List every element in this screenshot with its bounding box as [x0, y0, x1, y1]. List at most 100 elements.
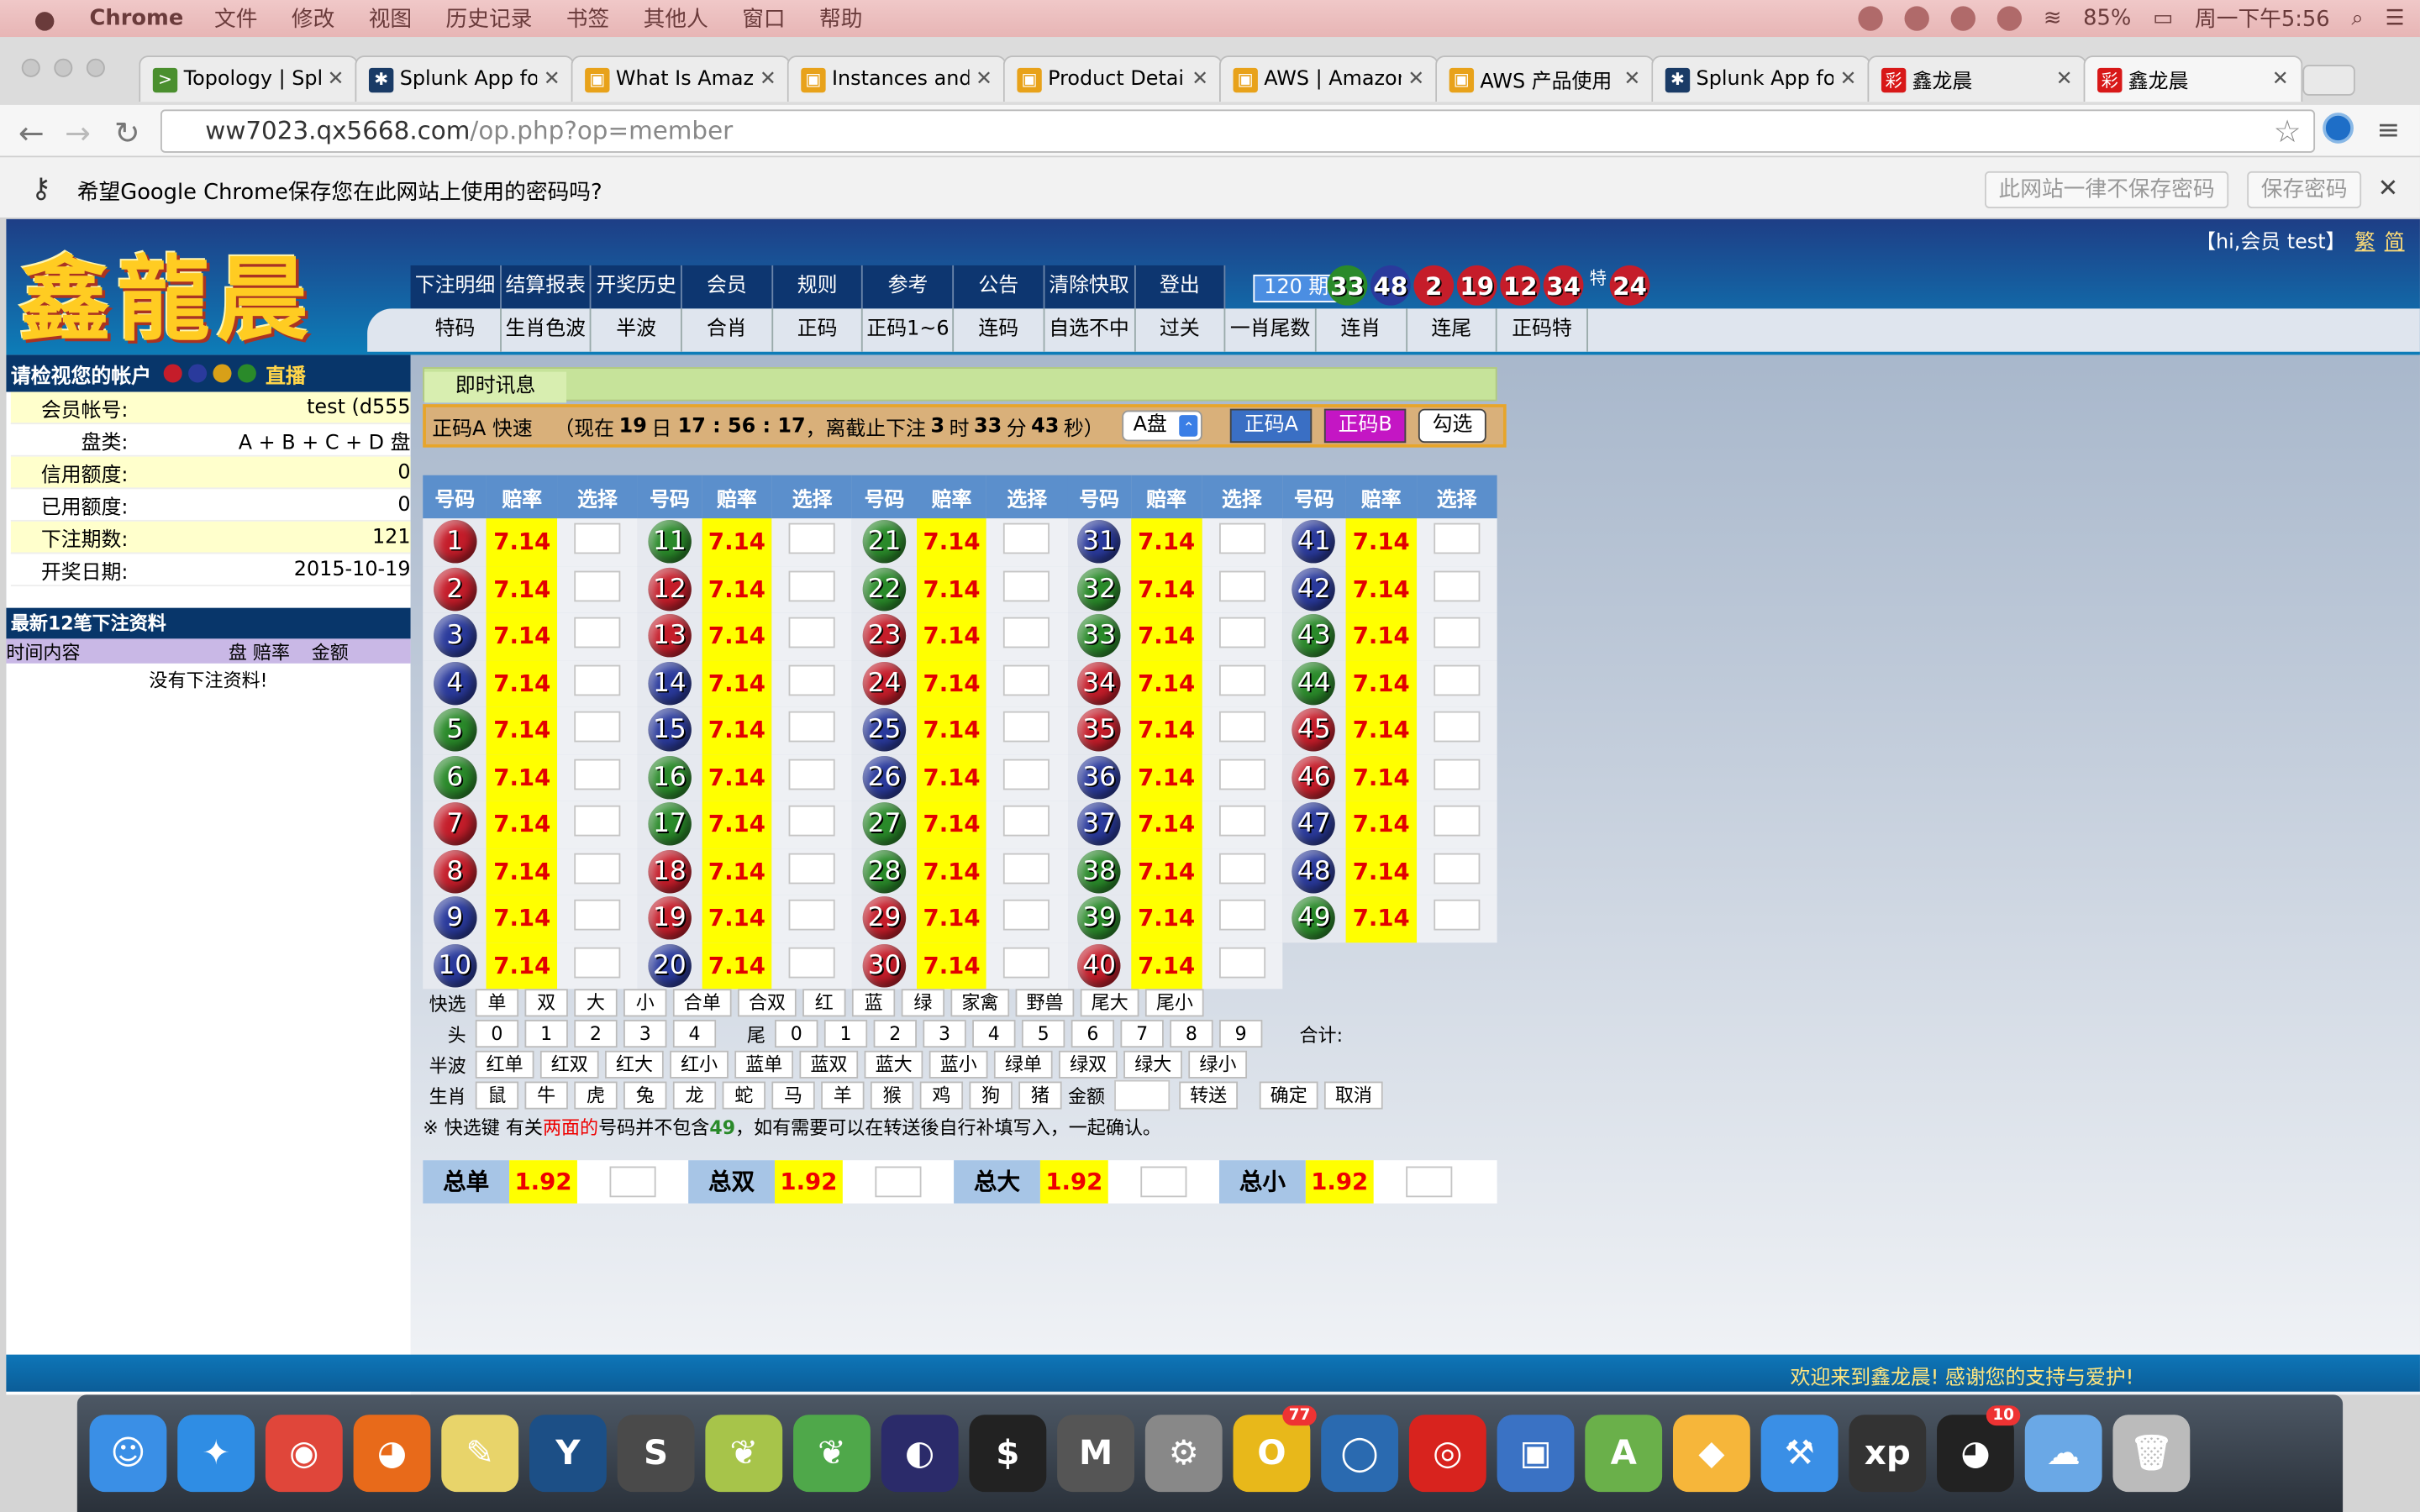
- number-ball[interactable]: 13: [648, 614, 692, 658]
- trash-icon[interactable]: 🗑: [2112, 1415, 2191, 1493]
- bet-amount-input[interactable]: [1218, 570, 1265, 601]
- subnav-item[interactable]: 正码特: [1497, 308, 1588, 352]
- markdown-icon[interactable]: M: [1057, 1415, 1134, 1493]
- netease-music-icon[interactable]: ◎: [1408, 1415, 1486, 1493]
- number-ball[interactable]: 41: [1292, 520, 1336, 564]
- zodiac-key[interactable]: 龙: [672, 1081, 717, 1110]
- half-wave-key[interactable]: 蓝双: [799, 1050, 859, 1079]
- app-leaf-icon[interactable]: ❦: [705, 1415, 783, 1493]
- stickies-icon[interactable]: ✎: [441, 1415, 519, 1493]
- subnav-item[interactable]: 连尾: [1407, 308, 1498, 352]
- finder-icon[interactable]: ☺: [89, 1415, 167, 1493]
- total-bet-input[interactable]: [609, 1166, 656, 1198]
- extension-icon[interactable]: [2323, 113, 2354, 144]
- forward-icon[interactable]: →: [65, 114, 91, 151]
- bet-amount-input[interactable]: [789, 900, 836, 931]
- subnav-item[interactable]: 一肖尾数: [1226, 308, 1317, 352]
- system-preferences-icon[interactable]: ⚙: [1144, 1415, 1223, 1493]
- zoom-window-button[interactable]: [86, 58, 105, 77]
- number-ball[interactable]: 1: [433, 520, 477, 564]
- chrome-menu-icon[interactable]: ≡: [2377, 114, 2401, 147]
- number-ball[interactable]: 19: [648, 896, 692, 941]
- subnav-item[interactable]: 生肖色波: [501, 308, 592, 352]
- number-ball[interactable]: 46: [1292, 755, 1336, 799]
- number-ball[interactable]: 29: [862, 896, 907, 941]
- half-wave-key[interactable]: 红单: [475, 1050, 534, 1079]
- bet-amount-input[interactable]: [1434, 853, 1481, 884]
- quick-select-key[interactable]: 单: [475, 989, 519, 1017]
- number-ball[interactable]: 4: [433, 661, 477, 705]
- minimize-window-button[interactable]: [54, 58, 73, 77]
- zodiac-key[interactable]: 猴: [870, 1081, 914, 1110]
- simplified-link[interactable]: 简: [2385, 232, 2405, 255]
- bet-amount-input[interactable]: [789, 617, 836, 648]
- clock[interactable]: 周一下午5:56: [2195, 3, 2330, 34]
- zodiac-key[interactable]: 鼠: [475, 1081, 519, 1110]
- number-ball[interactable]: 9: [433, 896, 477, 941]
- tab-close-icon[interactable]: ✕: [760, 68, 776, 92]
- tail-key[interactable]: 1: [823, 1020, 868, 1048]
- tab-close-icon[interactable]: ✕: [1407, 68, 1424, 92]
- bet-amount-input[interactable]: [574, 947, 621, 979]
- bet-amount-input[interactable]: [574, 617, 621, 648]
- number-ball[interactable]: 10: [433, 943, 477, 988]
- bet-amount-input[interactable]: [1218, 664, 1265, 696]
- quick-select-key[interactable]: 双: [524, 989, 568, 1017]
- bet-amount-input[interactable]: [1003, 947, 1050, 979]
- browser-tab[interactable]: > Topology | Spl ✕: [139, 55, 359, 102]
- number-ball[interactable]: 7: [433, 802, 477, 846]
- quick-select-key[interactable]: 蓝: [851, 989, 896, 1017]
- bet-amount-input[interactable]: [1218, 711, 1265, 743]
- browser-tab[interactable]: ✱ Splunk App fo ✕: [1651, 55, 1871, 102]
- xcode-icon[interactable]: ⚒: [1760, 1415, 1839, 1493]
- chrome-icon[interactable]: ◉: [265, 1415, 343, 1493]
- quick-select-key[interactable]: 小: [623, 989, 667, 1017]
- browser-tab[interactable]: ▣ Instances and ✕: [786, 55, 1007, 102]
- tail-key[interactable]: 6: [1071, 1020, 1115, 1048]
- bet-amount-input[interactable]: [1003, 806, 1050, 837]
- half-wave-key[interactable]: 红双: [539, 1050, 599, 1079]
- live-info-tab[interactable]: 即时讯息: [424, 371, 567, 403]
- back-icon[interactable]: ←: [18, 114, 45, 151]
- number-ball[interactable]: 26: [862, 755, 907, 799]
- quick-select-key[interactable]: 野兽: [1015, 989, 1075, 1017]
- app-leaf-green-icon[interactable]: ❦: [793, 1415, 871, 1493]
- tail-key[interactable]: 3: [923, 1020, 966, 1048]
- number-ball[interactable]: 5: [433, 708, 477, 752]
- terminal-icon[interactable]: $: [969, 1415, 1047, 1493]
- tab-close-icon[interactable]: ✕: [2272, 68, 2289, 92]
- bet-amount-input[interactable]: [1003, 570, 1050, 601]
- tab-close-icon[interactable]: ✕: [544, 68, 560, 92]
- tail-key[interactable]: 9: [1218, 1020, 1263, 1048]
- tail-key[interactable]: 4: [972, 1020, 1016, 1048]
- browser-tab[interactable]: ✱ Splunk App fo ✕: [355, 55, 575, 102]
- quick-select-key[interactable]: 绿: [901, 989, 945, 1017]
- tail-key[interactable]: 5: [1021, 1020, 1065, 1048]
- bet-amount-input[interactable]: [574, 806, 621, 837]
- total-bet-input[interactable]: [875, 1166, 922, 1198]
- subnav-item[interactable]: 特码: [411, 308, 502, 352]
- bet-amount-input[interactable]: [789, 759, 836, 790]
- number-ball[interactable]: 30: [862, 943, 907, 988]
- bet-amount-input[interactable]: [574, 900, 621, 931]
- number-ball[interactable]: 23: [862, 614, 907, 658]
- number-ball[interactable]: 43: [1292, 614, 1336, 658]
- number-ball[interactable]: 49: [1292, 896, 1336, 941]
- half-wave-key[interactable]: 绿大: [1123, 1050, 1183, 1079]
- wifi-icon[interactable]: ≋: [2044, 6, 2062, 30]
- number-ball[interactable]: 33: [1077, 614, 1121, 658]
- cancel-button[interactable]: 取消: [1323, 1081, 1383, 1110]
- browser-tab[interactable]: ▣ AWS | Amazon ✕: [1218, 55, 1439, 102]
- bet-amount-input[interactable]: [1003, 617, 1050, 648]
- status-icon[interactable]: [1904, 6, 1929, 31]
- bet-amount-input[interactable]: [574, 711, 621, 743]
- bookmark-star-icon[interactable]: ☆: [2274, 111, 2302, 151]
- browser-tab[interactable]: ▣ Product Detail ✕: [1002, 55, 1223, 102]
- quick-select-key[interactable]: 合双: [737, 989, 797, 1017]
- number-ball[interactable]: 36: [1077, 755, 1121, 799]
- chat-icon[interactable]: ◯: [1321, 1415, 1399, 1493]
- number-ball[interactable]: 20: [648, 943, 692, 988]
- tab-close-icon[interactable]: ✕: [328, 68, 345, 92]
- eclipse-icon[interactable]: ◐: [881, 1415, 959, 1493]
- bet-amount-input[interactable]: [1434, 806, 1481, 837]
